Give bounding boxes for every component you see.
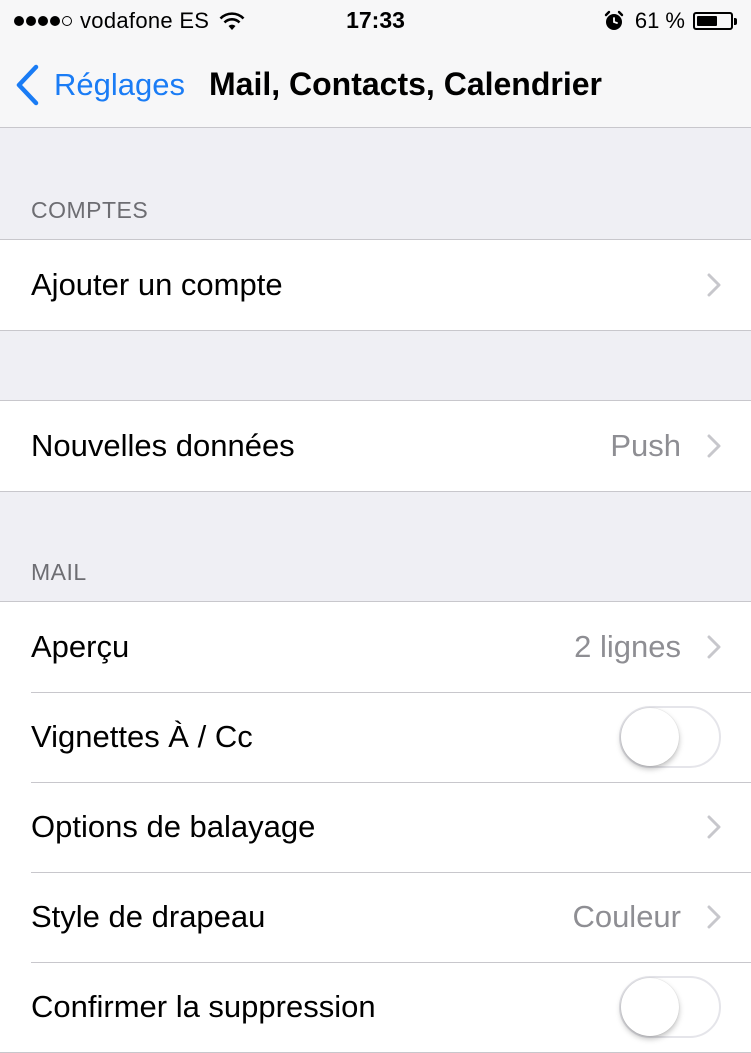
flag-style-value: Couleur [572, 899, 681, 934]
preview-row[interactable]: Aperçu 2 lignes [0, 602, 751, 692]
chevron-right-icon [707, 434, 721, 458]
to-cc-label: Vignettes À / Cc [31, 719, 253, 754]
page-title: Mail, Contacts, Calendrier [209, 66, 602, 102]
battery-percent: 61 % [634, 8, 685, 33]
preview-value: 2 lignes [574, 629, 681, 664]
mail-group: Aperçu 2 lignes Vignettes À / Cc Options… [0, 601, 751, 1053]
section-header-accounts: COMPTES [31, 197, 149, 223]
status-right: 61 % [603, 8, 737, 34]
confirm-delete-label: Confirmer la suppression [31, 989, 376, 1024]
accounts-group: Ajouter un compte [0, 239, 751, 331]
to-cc-row: Vignettes À / Cc [0, 692, 751, 782]
new-data-label: Nouvelles données [31, 428, 295, 463]
toggle-knob [621, 708, 679, 766]
add-account-label: Ajouter un compte [31, 267, 283, 302]
chevron-right-icon [707, 273, 721, 297]
section-header-mail: MAIL [31, 559, 87, 585]
swipe-options-label: Options de balayage [31, 809, 316, 844]
battery-cap [734, 17, 737, 25]
flag-style-label: Style de drapeau [31, 899, 266, 934]
fetch-group: Nouvelles données Push [0, 400, 751, 492]
battery-icon [693, 12, 733, 30]
chevron-right-icon [707, 815, 721, 839]
swipe-options-row[interactable]: Options de balayage [0, 782, 751, 872]
chevron-right-icon [707, 905, 721, 929]
new-data-row[interactable]: Nouvelles données Push [0, 401, 751, 491]
preview-label: Aperçu [31, 629, 130, 664]
back-button[interactable]: Réglages [14, 64, 185, 106]
add-account-row[interactable]: Ajouter un compte [0, 240, 751, 330]
confirm-delete-row: Confirmer la suppression [0, 962, 751, 1052]
chevron-right-icon [707, 635, 721, 659]
to-cc-toggle[interactable] [619, 706, 721, 768]
back-button-label: Réglages [54, 67, 185, 102]
alarm-icon [604, 10, 624, 30]
new-data-value: Push [610, 428, 681, 463]
status-bar: vodafone ES 17:33 61 % [0, 0, 751, 40]
confirm-delete-toggle[interactable] [619, 976, 721, 1038]
toggle-knob [621, 978, 679, 1036]
navigation-bar: Réglages Mail, Contacts, Calendrier [0, 40, 751, 128]
flag-style-row[interactable]: Style de drapeau Couleur [0, 872, 751, 962]
chevron-left-icon [16, 64, 39, 106]
